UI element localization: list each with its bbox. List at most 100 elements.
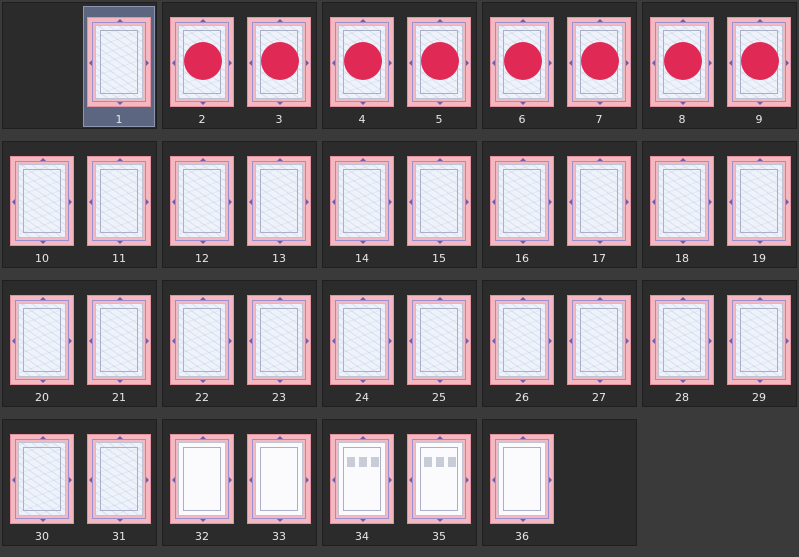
page-spread: 32 33 bbox=[162, 419, 317, 546]
page-number-label: 9 bbox=[755, 113, 763, 126]
page-thumbnail-22[interactable]: 22 bbox=[166, 281, 238, 408]
safe-area-frame bbox=[580, 169, 618, 233]
register-mark-icon bbox=[729, 338, 732, 344]
page-thumbnail-7[interactable]: 7 bbox=[563, 3, 635, 130]
register-mark-icon bbox=[249, 477, 252, 483]
register-mark-icon bbox=[117, 241, 123, 244]
register-mark-icon bbox=[89, 338, 92, 344]
page-thumbnail-34[interactable]: 34 bbox=[326, 420, 398, 547]
page-thumbnail-33[interactable]: 33 bbox=[243, 420, 315, 547]
page-thumbnail-1[interactable]: 1 bbox=[83, 3, 155, 130]
page-spread: 20 21 bbox=[2, 280, 157, 407]
page-status-marker bbox=[344, 42, 382, 80]
register-mark-icon bbox=[277, 380, 283, 383]
page-thumbnail-21[interactable]: 21 bbox=[83, 281, 155, 408]
page-thumbnail-35[interactable]: 35 bbox=[403, 420, 475, 547]
register-mark-icon bbox=[40, 519, 46, 522]
register-mark-icon bbox=[360, 19, 366, 22]
register-mark-icon bbox=[332, 477, 335, 483]
page-thumbnail-27[interactable]: 27 bbox=[563, 281, 635, 408]
page-thumbnail-29[interactable]: 29 bbox=[723, 281, 795, 408]
register-mark-icon bbox=[597, 102, 603, 105]
register-mark-icon bbox=[786, 199, 789, 205]
page-thumbnail-24[interactable]: 24 bbox=[326, 281, 398, 408]
page-thumbnail-36[interactable]: 36 bbox=[486, 420, 558, 547]
register-mark-icon bbox=[332, 60, 335, 66]
page-status-marker bbox=[581, 42, 619, 80]
register-mark-icon bbox=[409, 60, 412, 66]
register-mark-icon bbox=[786, 60, 789, 66]
page-thumbnail-2[interactable]: 2 bbox=[166, 3, 238, 130]
register-mark-icon bbox=[117, 102, 123, 105]
page-thumbnail-17[interactable]: 17 bbox=[563, 142, 635, 269]
register-mark-icon bbox=[200, 297, 206, 300]
page-thumbnail-28[interactable]: 28 bbox=[646, 281, 718, 408]
page-thumbnail-8[interactable]: 8 bbox=[646, 3, 718, 130]
register-mark-icon bbox=[360, 241, 366, 244]
register-mark-icon bbox=[757, 102, 763, 105]
page-number-label: 18 bbox=[675, 252, 689, 265]
page-thumbnail-20[interactable]: 20 bbox=[6, 281, 78, 408]
register-mark-icon bbox=[360, 297, 366, 300]
page-thumbnail-31[interactable]: 31 bbox=[83, 420, 155, 547]
page-thumbnail-19[interactable]: 19 bbox=[723, 142, 795, 269]
page-preview bbox=[490, 295, 554, 385]
page-thumbnail-32[interactable]: 32 bbox=[166, 420, 238, 547]
register-mark-icon bbox=[437, 519, 443, 522]
page-thumbnail-23[interactable]: 23 bbox=[243, 281, 315, 408]
page-preview bbox=[170, 295, 234, 385]
page-thumbnail-18[interactable]: 18 bbox=[646, 142, 718, 269]
register-mark-icon bbox=[437, 158, 443, 161]
register-mark-icon bbox=[437, 297, 443, 300]
register-mark-icon bbox=[69, 477, 72, 483]
page-preview bbox=[10, 434, 74, 524]
register-mark-icon bbox=[437, 380, 443, 383]
page-thumbnail-14[interactable]: 14 bbox=[326, 142, 398, 269]
page-thumbnail-9[interactable]: 9 bbox=[723, 3, 795, 130]
page-preview bbox=[330, 17, 394, 107]
page-spread: 36 bbox=[482, 419, 637, 546]
page-number-label: 33 bbox=[272, 530, 286, 543]
safe-area-frame bbox=[420, 169, 458, 233]
register-mark-icon bbox=[117, 158, 123, 161]
page-thumbnail-13[interactable]: 13 bbox=[243, 142, 315, 269]
register-mark-icon bbox=[409, 199, 412, 205]
safe-area-frame bbox=[503, 308, 541, 372]
register-mark-icon bbox=[520, 519, 526, 522]
register-mark-icon bbox=[89, 199, 92, 205]
safe-area-frame bbox=[183, 169, 221, 233]
register-mark-icon bbox=[40, 241, 46, 244]
register-mark-icon bbox=[437, 241, 443, 244]
page-thumbnail-30[interactable]: 30 bbox=[6, 420, 78, 547]
page-thumbnail-25[interactable]: 25 bbox=[403, 281, 475, 408]
register-mark-icon bbox=[466, 338, 469, 344]
page-spread: 30 31 bbox=[2, 419, 157, 546]
page-thumbnail-15[interactable]: 15 bbox=[403, 142, 475, 269]
register-mark-icon bbox=[569, 199, 572, 205]
register-mark-icon bbox=[117, 19, 123, 22]
page-thumbnail-4[interactable]: 4 bbox=[326, 3, 398, 130]
page-thumbnail-10[interactable]: 10 bbox=[6, 142, 78, 269]
page-thumbnail-6[interactable]: 6 bbox=[486, 3, 558, 130]
page-spread: 16 17 bbox=[482, 141, 637, 268]
register-mark-icon bbox=[12, 338, 15, 344]
page-thumbnail-5[interactable]: 5 bbox=[403, 3, 475, 130]
page-number-label: 8 bbox=[678, 113, 686, 126]
register-mark-icon bbox=[200, 436, 206, 439]
page-thumbnail-12[interactable]: 12 bbox=[166, 142, 238, 269]
register-mark-icon bbox=[709, 338, 712, 344]
page-spread: 12 13 bbox=[162, 141, 317, 268]
page-thumbnail-grid: 1 2 3 4 5 6 7 8 9 10 11 12 13 14 15 16 17 18 19 20 21 22 23 24 2… bbox=[0, 0, 799, 557]
page-thumbnail-26[interactable]: 26 bbox=[486, 281, 558, 408]
page-thumbnail-11[interactable]: 11 bbox=[83, 142, 155, 269]
page-number-label: 4 bbox=[358, 113, 366, 126]
page-number-label: 13 bbox=[272, 252, 286, 265]
register-mark-icon bbox=[520, 241, 526, 244]
register-mark-icon bbox=[520, 102, 526, 105]
register-mark-icon bbox=[277, 297, 283, 300]
register-mark-icon bbox=[229, 199, 232, 205]
page-thumbnail-16[interactable]: 16 bbox=[486, 142, 558, 269]
register-mark-icon bbox=[146, 338, 149, 344]
page-thumbnail-3[interactable]: 3 bbox=[243, 3, 315, 130]
page-preview bbox=[407, 295, 471, 385]
